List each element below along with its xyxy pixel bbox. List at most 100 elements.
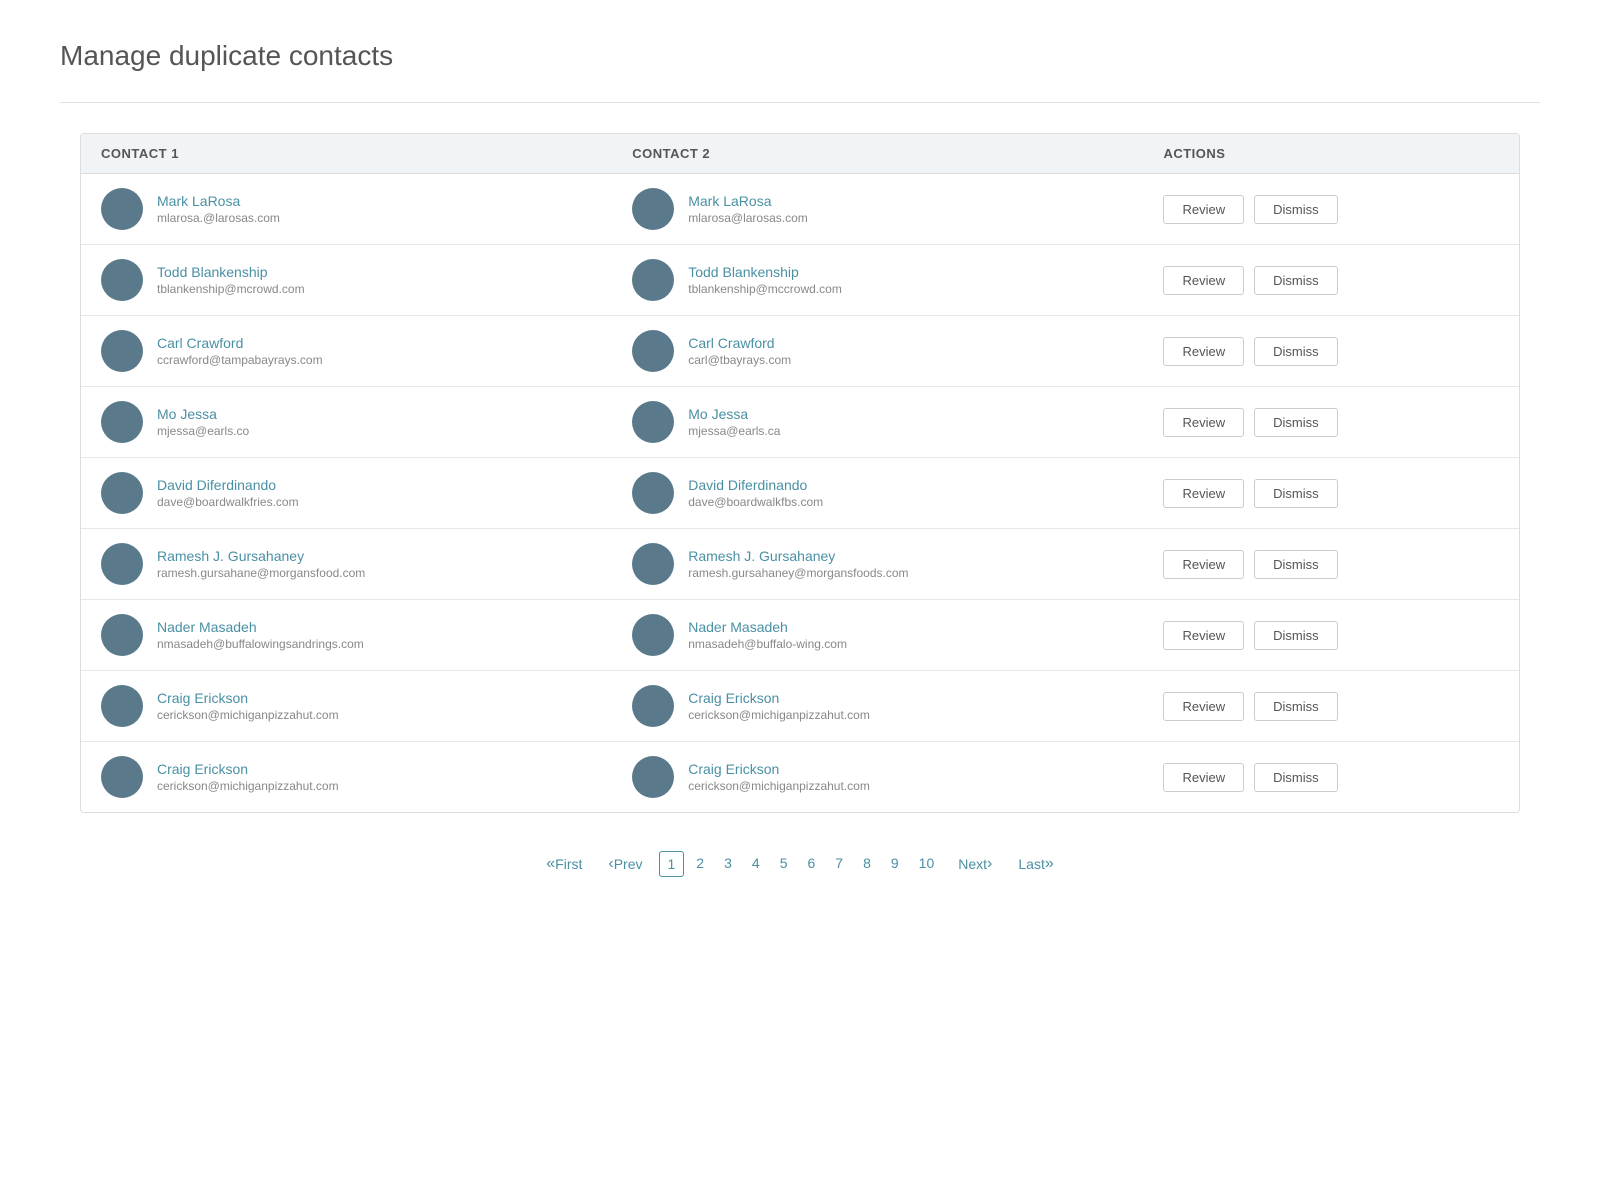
contact2-name: Carl Crawford bbox=[688, 335, 791, 351]
table-row: Ramesh J. Gursahaney ramesh.gursahane@mo… bbox=[81, 529, 1519, 600]
pagination-next[interactable]: Next › bbox=[948, 849, 1002, 879]
review-button[interactable]: Review bbox=[1163, 692, 1244, 721]
pagination-last[interactable]: Last » bbox=[1008, 849, 1063, 879]
contact1-cell: Carl Crawford ccrawford@tampabayrays.com bbox=[101, 330, 632, 372]
table-row: Carl Crawford ccrawford@tampabayrays.com… bbox=[81, 316, 1519, 387]
contact2-cell: Craig Erickson cerickson@michiganpizzahu… bbox=[632, 756, 1163, 798]
review-button[interactable]: Review bbox=[1163, 195, 1244, 224]
contact2-name: Todd Blankenship bbox=[688, 264, 842, 280]
page-number-5[interactable]: 5 bbox=[772, 851, 796, 877]
review-button[interactable]: Review bbox=[1163, 763, 1244, 792]
contact1-info: Craig Erickson cerickson@michiganpizzahu… bbox=[157, 761, 339, 793]
page-number-6[interactable]: 6 bbox=[799, 851, 823, 877]
contact1-name: Craig Erickson bbox=[157, 690, 339, 706]
contact2-name: Mark LaRosa bbox=[688, 193, 808, 209]
contact2-cell: Mo Jessa mjessa@earls.ca bbox=[632, 401, 1163, 443]
review-button[interactable]: Review bbox=[1163, 266, 1244, 295]
contact2-email: cerickson@michiganpizzahut.com bbox=[688, 779, 870, 793]
contact1-info: Ramesh J. Gursahaney ramesh.gursahane@mo… bbox=[157, 548, 365, 580]
actions-cell: Review Dismiss bbox=[1163, 763, 1499, 792]
contact2-name: David Diferdinando bbox=[688, 477, 823, 493]
avatar bbox=[101, 330, 143, 372]
actions-cell: Review Dismiss bbox=[1163, 266, 1499, 295]
contact2-cell: Ramesh J. Gursahaney ramesh.gursahaney@m… bbox=[632, 543, 1163, 585]
table-body: Mark LaRosa mlarosa.@larosas.com Mark La… bbox=[81, 174, 1519, 812]
dismiss-button[interactable]: Dismiss bbox=[1254, 266, 1338, 295]
header-actions: ACTIONS bbox=[1163, 146, 1499, 161]
contact1-name: David Diferdinando bbox=[157, 477, 299, 493]
avatar bbox=[632, 756, 674, 798]
dismiss-button[interactable]: Dismiss bbox=[1254, 195, 1338, 224]
pagination: « First ‹ Prev 12345678910 Next › Last » bbox=[60, 849, 1540, 879]
page-number-2[interactable]: 2 bbox=[688, 851, 712, 877]
header-contact1: CONTACT 1 bbox=[101, 146, 632, 161]
contact1-email: cerickson@michiganpizzahut.com bbox=[157, 708, 339, 722]
review-button[interactable]: Review bbox=[1163, 337, 1244, 366]
contact1-cell: Ramesh J. Gursahaney ramesh.gursahane@mo… bbox=[101, 543, 632, 585]
contact2-email: mjessa@earls.ca bbox=[688, 424, 780, 438]
avatar bbox=[632, 614, 674, 656]
contact1-cell: Mark LaRosa mlarosa.@larosas.com bbox=[101, 188, 632, 230]
contact1-cell: Mo Jessa mjessa@earls.co bbox=[101, 401, 632, 443]
contact2-email: cerickson@michiganpizzahut.com bbox=[688, 708, 870, 722]
review-button[interactable]: Review bbox=[1163, 408, 1244, 437]
review-button[interactable]: Review bbox=[1163, 550, 1244, 579]
contact1-email: mjessa@earls.co bbox=[157, 424, 249, 438]
contact2-info: David Diferdinando dave@boardwalkfbs.com bbox=[688, 477, 823, 509]
dismiss-button[interactable]: Dismiss bbox=[1254, 550, 1338, 579]
avatar bbox=[101, 756, 143, 798]
contact2-cell: Todd Blankenship tblankenship@mccrowd.co… bbox=[632, 259, 1163, 301]
contact1-info: Craig Erickson cerickson@michiganpizzahu… bbox=[157, 690, 339, 722]
dismiss-button[interactable]: Dismiss bbox=[1254, 408, 1338, 437]
contact1-email: nmasadeh@buffalowingsandrings.com bbox=[157, 637, 364, 651]
page-number-4[interactable]: 4 bbox=[744, 851, 768, 877]
page-numbers: 12345678910 bbox=[659, 851, 943, 877]
dismiss-button[interactable]: Dismiss bbox=[1254, 621, 1338, 650]
contact2-email: nmasadeh@buffalo-wing.com bbox=[688, 637, 847, 651]
contact1-email: ccrawford@tampabayrays.com bbox=[157, 353, 323, 367]
contact1-info: David Diferdinando dave@boardwalkfries.c… bbox=[157, 477, 299, 509]
dismiss-button[interactable]: Dismiss bbox=[1254, 692, 1338, 721]
actions-cell: Review Dismiss bbox=[1163, 692, 1499, 721]
avatar bbox=[101, 188, 143, 230]
divider bbox=[60, 102, 1540, 103]
contact1-name: Todd Blankenship bbox=[157, 264, 305, 280]
page-number-1[interactable]: 1 bbox=[659, 851, 685, 877]
pagination-first[interactable]: « First bbox=[536, 849, 592, 879]
pagination-prev[interactable]: ‹ Prev bbox=[598, 849, 652, 879]
contact1-email: ramesh.gursahane@morgansfood.com bbox=[157, 566, 365, 580]
dismiss-button[interactable]: Dismiss bbox=[1254, 763, 1338, 792]
page-number-3[interactable]: 3 bbox=[716, 851, 740, 877]
contact1-name: Mark LaRosa bbox=[157, 193, 280, 209]
page-number-8[interactable]: 8 bbox=[855, 851, 879, 877]
contact1-info: Carl Crawford ccrawford@tampabayrays.com bbox=[157, 335, 323, 367]
dismiss-button[interactable]: Dismiss bbox=[1254, 337, 1338, 366]
contact1-name: Ramesh J. Gursahaney bbox=[157, 548, 365, 564]
contact2-info: Craig Erickson cerickson@michiganpizzahu… bbox=[688, 690, 870, 722]
chevron-right-icon: › bbox=[987, 855, 992, 873]
actions-cell: Review Dismiss bbox=[1163, 337, 1499, 366]
review-button[interactable]: Review bbox=[1163, 479, 1244, 508]
contact2-email: tblankenship@mccrowd.com bbox=[688, 282, 842, 296]
double-chevron-right-icon: » bbox=[1045, 855, 1054, 873]
dismiss-button[interactable]: Dismiss bbox=[1254, 479, 1338, 508]
table-row: Mo Jessa mjessa@earls.co Mo Jessa mjessa… bbox=[81, 387, 1519, 458]
contact2-info: Craig Erickson cerickson@michiganpizzahu… bbox=[688, 761, 870, 793]
contact2-cell: Carl Crawford carl@tbayrays.com bbox=[632, 330, 1163, 372]
contact1-email: cerickson@michiganpizzahut.com bbox=[157, 779, 339, 793]
avatar bbox=[101, 472, 143, 514]
page-number-10[interactable]: 10 bbox=[911, 851, 943, 877]
contact1-cell: Craig Erickson cerickson@michiganpizzahu… bbox=[101, 685, 632, 727]
review-button[interactable]: Review bbox=[1163, 621, 1244, 650]
page-number-9[interactable]: 9 bbox=[883, 851, 907, 877]
actions-cell: Review Dismiss bbox=[1163, 479, 1499, 508]
contact2-cell: Mark LaRosa mlarosa@larosas.com bbox=[632, 188, 1163, 230]
avatar bbox=[632, 472, 674, 514]
avatar bbox=[632, 330, 674, 372]
avatar bbox=[101, 401, 143, 443]
prev-label: Prev bbox=[614, 856, 643, 872]
page-number-7[interactable]: 7 bbox=[827, 851, 851, 877]
actions-cell: Review Dismiss bbox=[1163, 550, 1499, 579]
contact1-info: Nader Masadeh nmasadeh@buffalowingsandri… bbox=[157, 619, 364, 651]
contact2-name: Nader Masadeh bbox=[688, 619, 847, 635]
